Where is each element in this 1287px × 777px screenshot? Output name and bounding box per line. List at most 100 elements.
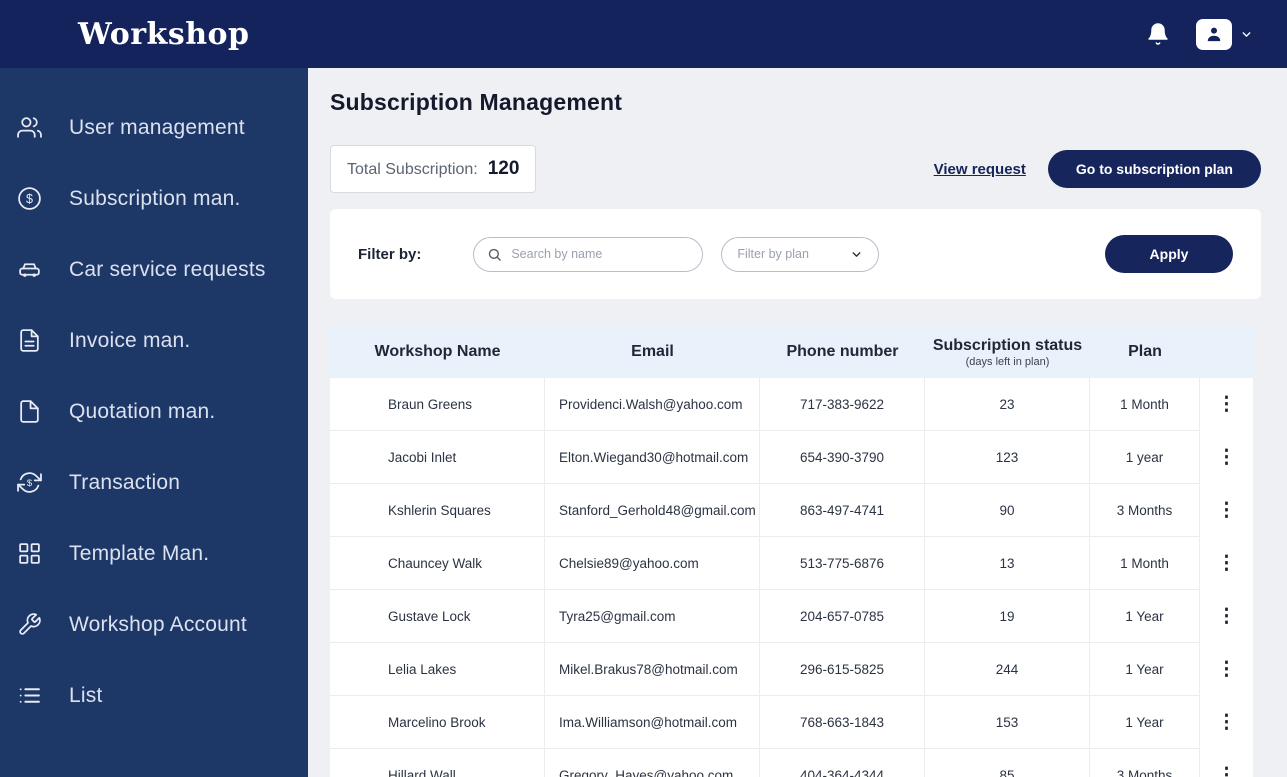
users-icon (17, 115, 42, 140)
dollar-circle-icon: $ (17, 186, 42, 211)
workshop-name-cell: Kshlerin Squares (330, 484, 545, 537)
sidebar-item-label: Car service requests (69, 257, 266, 281)
kebab-menu-icon: ⋮ (1217, 659, 1236, 680)
sidebar-item-user-management[interactable]: User management (0, 92, 308, 163)
table-row: Kshlerin Squares Stanford_Gerhold48@gmai… (330, 484, 1253, 537)
invoice-icon (17, 328, 42, 353)
status-cell: 244 (925, 643, 1090, 696)
header-phone-number: Phone number (786, 343, 899, 360)
header-subscription-status: Subscription status (days left in plan) (925, 337, 1090, 368)
sidebar-item-label: User management (69, 115, 245, 139)
search-by-name-field[interactable] (473, 236, 704, 272)
subscriptions-table: Workshop Name Email Phone number Subscri… (330, 326, 1253, 777)
row-menu-button[interactable]: ⋮ (1200, 590, 1253, 643)
row-menu-button[interactable]: ⋮ (1200, 643, 1253, 696)
header-subscription-status-subtext: (days left in plan) (965, 355, 1050, 368)
phone-cell: 404-364-4344 (760, 749, 925, 777)
phone-cell: 204-657-0785 (760, 590, 925, 643)
view-request-link[interactable]: View request (934, 161, 1026, 178)
status-cell: 13 (925, 537, 1090, 590)
plan-cell: 1 year (1090, 431, 1200, 484)
top-bar: Workshop (0, 0, 1287, 68)
svg-text:$: $ (26, 192, 33, 206)
row-menu-button[interactable]: ⋮ (1200, 378, 1253, 431)
quotation-icon (17, 399, 42, 424)
sidebar-item-label: Invoice man. (69, 328, 191, 352)
status-cell: 123 (925, 431, 1090, 484)
page-title: Subscription Management (330, 89, 623, 115)
row-menu-button[interactable]: ⋮ (1200, 431, 1253, 484)
notifications-bell-icon[interactable] (1146, 22, 1170, 46)
phone-cell: 513-775-6876 (760, 537, 925, 590)
kebab-menu-icon: ⋮ (1217, 606, 1236, 627)
kebab-menu-icon: ⋮ (1217, 712, 1236, 733)
sidebar-item-label: Quotation man. (69, 399, 216, 423)
status-cell: 23 (925, 378, 1090, 431)
header-email: Email (631, 343, 674, 360)
main-content: Subscription Management Total Subscripti… (308, 68, 1287, 777)
sidebar-item-subscription-management[interactable]: $ Subscription man. (0, 163, 308, 234)
sidebar-item-quotation-management[interactable]: Quotation man. (0, 376, 308, 447)
sidebar-item-template-management[interactable]: Template Man. (0, 518, 308, 589)
search-input[interactable] (511, 247, 690, 261)
workshop-name-cell: Chauncey Walk (330, 537, 545, 590)
row-menu-button[interactable]: ⋮ (1200, 484, 1253, 537)
app-logo: Workshop (78, 16, 250, 52)
status-cell: 19 (925, 590, 1090, 643)
phone-cell: 768-663-1843 (760, 696, 925, 749)
user-menu[interactable] (1196, 18, 1253, 50)
phone-cell: 863-497-4741 (760, 484, 925, 537)
table-header-row: Workshop Name Email Phone number Subscri… (330, 326, 1253, 378)
email-cell: Stanford_Gerhold48@gmail.com (545, 484, 760, 537)
kebab-menu-icon: ⋮ (1217, 394, 1236, 415)
plan-cell: 1 Year (1090, 696, 1200, 749)
workshop-name-cell: Jacobi Inlet (330, 431, 545, 484)
status-cell: 85 (925, 749, 1090, 777)
total-subscription-label: Total Subscription: (347, 161, 478, 178)
phone-cell: 296-615-5825 (760, 643, 925, 696)
sidebar-item-workshop-account[interactable]: Workshop Account (0, 589, 308, 660)
table-row: Hillard Wall Gregory_Hayes@yahoo.com 404… (330, 749, 1253, 777)
plan-cell: 3 Months (1090, 484, 1200, 537)
transaction-icon: $ (17, 470, 42, 495)
row-menu-button[interactable]: ⋮ (1200, 749, 1253, 777)
kebab-menu-icon: ⋮ (1217, 500, 1236, 521)
email-cell: Tyra25@gmail.com (545, 590, 760, 643)
sidebar-item-invoice-management[interactable]: Invoice man. (0, 305, 308, 376)
header-subscription-status-title: Subscription status (932, 336, 1083, 354)
header-workshop-name: Workshop Name (374, 343, 501, 360)
workshop-name-cell: Hillard Wall (330, 749, 545, 777)
sidebar-item-label: List (69, 683, 103, 707)
row-menu-button[interactable]: ⋮ (1200, 537, 1253, 590)
kebab-menu-icon: ⋮ (1217, 447, 1236, 468)
apply-button[interactable]: Apply (1105, 235, 1233, 273)
search-icon (489, 248, 502, 261)
plan-cell: 1 Year (1090, 590, 1200, 643)
sidebar-item-list[interactable]: List (0, 660, 308, 731)
template-grid-icon (17, 541, 42, 566)
sidebar-item-transaction[interactable]: $ Transaction (0, 447, 308, 518)
filter-bar: Filter by: Filter by plan Apply (330, 209, 1261, 299)
row-menu-button[interactable]: ⋮ (1200, 696, 1253, 749)
plan-cell: 1 Month (1090, 378, 1200, 431)
plan-cell: 3 Months (1090, 749, 1200, 777)
header-plan: Plan (1128, 343, 1162, 360)
plan-dropdown-value: Filter by plan (737, 247, 809, 261)
email-cell: Ima.Williamson@hotmail.com (545, 696, 760, 749)
email-cell: Chelsie89@yahoo.com (545, 537, 760, 590)
table-row: Jacobi Inlet Elton.Wiegand30@hotmail.com… (330, 431, 1253, 484)
go-to-subscription-plan-button[interactable]: Go to subscription plan (1047, 150, 1261, 188)
filter-by-label: Filter by: (358, 245, 422, 263)
phone-cell: 717-383-9622 (760, 378, 925, 431)
workshop-name-cell: Marcelino Brook (330, 696, 545, 749)
table-body: Braun Greens Providenci.Walsh@yahoo.com … (330, 378, 1253, 777)
sidebar-nav: User management $ Subscription man. Car … (0, 68, 308, 777)
kebab-menu-icon: ⋮ (1217, 765, 1236, 777)
table-row: Marcelino Brook Ima.Williamson@hotmail.c… (330, 696, 1253, 749)
sidebar-item-car-service-requests[interactable]: Car service requests (0, 234, 308, 305)
phone-cell: 654-390-3790 (760, 431, 925, 484)
filter-by-plan-dropdown[interactable]: Filter by plan (721, 236, 880, 272)
email-cell: Mikel.Brakus78@hotmail.com (545, 643, 760, 696)
workshop-name-cell: Braun Greens (330, 378, 545, 431)
tools-icon (17, 612, 42, 637)
